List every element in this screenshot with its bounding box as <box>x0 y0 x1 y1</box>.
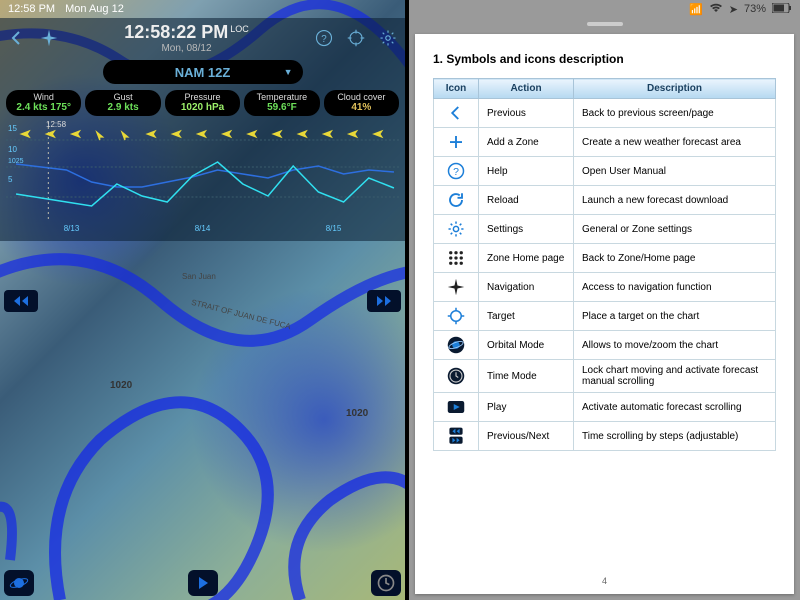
graph-now-label: 12:58 <box>46 120 66 129</box>
graph-y-ticks: 15 10 1025 5 <box>8 122 24 184</box>
play-button[interactable] <box>188 570 218 596</box>
nav-compass-button[interactable] <box>38 27 60 49</box>
wifi-icon <box>709 3 723 16</box>
step-forward-button[interactable] <box>367 290 401 312</box>
metric-wind[interactable]: Wind2.4 kts 175° <box>6 90 81 116</box>
clock-date: Mon, 08/12 <box>60 43 313 54</box>
row-desc: Place a target on the chart <box>574 302 776 331</box>
graph-x-axis: 8/13 8/14 8/15 <box>6 224 399 233</box>
table-row: Time ModeLock chart moving and activate … <box>434 360 776 393</box>
prev-next-icon <box>434 422 479 451</box>
page-number: 4 <box>415 576 794 586</box>
dropdown-triangle-icon: ▼ <box>284 67 293 77</box>
location-icon: ➤ <box>729 3 738 16</box>
play-icon <box>434 393 479 422</box>
time-icon <box>434 360 479 393</box>
svg-text:?: ? <box>321 34 327 45</box>
table-row: PreviousBack to previous screen/page <box>434 99 776 128</box>
compass-star-icon <box>434 273 479 302</box>
col-icon: Icon <box>434 79 479 99</box>
time-mode-button[interactable] <box>371 570 401 596</box>
metric-cloud[interactable]: Cloud cover41% <box>324 90 399 116</box>
row-desc: Create a new weather forecast area <box>574 128 776 157</box>
plus-icon <box>434 128 479 157</box>
col-action: Action <box>479 79 574 99</box>
target-button[interactable] <box>345 27 367 49</box>
model-label: NAM 12Z <box>175 65 231 80</box>
section-heading: 1. Symbols and icons description <box>433 52 776 66</box>
row-action: Add a Zone <box>479 128 574 157</box>
row-desc: Launch a new forecast download <box>574 186 776 215</box>
help-circle-icon: ? <box>434 157 479 186</box>
row-desc: Activate automatic forecast scrolling <box>574 393 776 422</box>
battery-text: 73% <box>744 3 766 15</box>
row-action: Reload <box>479 186 574 215</box>
row-desc: Allows to move/zoom the chart <box>574 331 776 360</box>
status-time: 12:58 PM <box>8 3 55 15</box>
clock-display: 12:58:22 PMLOC Mon, 08/12 <box>60 22 313 54</box>
row-action: Settings <box>479 215 574 244</box>
svg-text:?: ? <box>453 166 459 178</box>
table-row: NavigationAccess to navigation function <box>434 273 776 302</box>
orbital-icon <box>434 331 479 360</box>
row-action: Orbital Mode <box>479 331 574 360</box>
status-date: Mon Aug 12 <box>65 3 124 15</box>
pressure-label-1: 1020 <box>346 408 368 419</box>
orbital-mode-button[interactable] <box>4 570 34 596</box>
row-desc: Open User Manual <box>574 157 776 186</box>
row-action: Target <box>479 302 574 331</box>
clock-tz: LOC <box>230 24 249 34</box>
gear-icon <box>434 215 479 244</box>
document-page[interactable]: 1. Symbols and icons description Icon Ac… <box>415 34 794 594</box>
row-desc: Lock chart moving and activate forecast … <box>574 360 776 393</box>
table-row: SettingsGeneral or Zone settings <box>434 215 776 244</box>
row-action: Help <box>479 157 574 186</box>
clock-time: 12:58:22 PM <box>124 22 228 42</box>
table-row: Add a ZoneCreate a new weather forecast … <box>434 128 776 157</box>
row-action: Play <box>479 393 574 422</box>
split-view-handle[interactable] <box>405 0 409 600</box>
help-button[interactable]: ? <box>313 27 335 49</box>
row-action: Time Mode <box>479 360 574 393</box>
back-button[interactable] <box>6 27 28 49</box>
col-desc: Description <box>574 79 776 99</box>
document-viewer-app: 1. Symbols and icons description Icon Ac… <box>409 0 800 600</box>
row-action: Previous <box>479 99 574 128</box>
row-action: Previous/Next <box>479 422 574 451</box>
pressure-label-0: 1020 <box>110 380 132 391</box>
sheet-grab-handle[interactable] <box>587 22 623 26</box>
table-row: Previous/NextTime scrolling by steps (ad… <box>434 422 776 451</box>
battery-icon <box>772 3 792 16</box>
ios-status-bar: 12:58 PM Mon Aug 12 📶 ➤ 73% <box>0 0 800 18</box>
row-action: Navigation <box>479 273 574 302</box>
table-row: ReloadLaunch a new forecast download <box>434 186 776 215</box>
reload-icon <box>434 186 479 215</box>
row-desc: General or Zone settings <box>574 215 776 244</box>
row-desc: Back to previous screen/page <box>574 99 776 128</box>
table-row: PlayActivate automatic forecast scrollin… <box>434 393 776 422</box>
metrics-row: Wind2.4 kts 175° Gust2.9 kts Pressure102… <box>6 90 399 116</box>
table-row: ? HelpOpen User Manual <box>434 157 776 186</box>
metric-pressure[interactable]: Pressure1020 hPa <box>165 90 240 116</box>
row-desc: Time scrolling by steps (adjustable) <box>574 422 776 451</box>
target-icon <box>434 302 479 331</box>
signal-icon: 📶 <box>689 3 703 16</box>
grid-dots-icon <box>434 244 479 273</box>
row-desc: Back to Zone/Home page <box>574 244 776 273</box>
forecast-graph[interactable]: 15 10 1025 5 12:58 <box>6 122 399 222</box>
metric-temperature[interactable]: Temperature59.6°F <box>244 90 319 116</box>
symbols-table: Icon Action Description PreviousBack to … <box>433 78 776 451</box>
forecast-top-panel: 12:58:22 PMLOC Mon, 08/12 ? NAM 12Z <box>0 18 405 241</box>
row-action: Zone Home page <box>479 244 574 273</box>
settings-button[interactable] <box>377 27 399 49</box>
model-selector[interactable]: NAM 12Z ▼ <box>103 60 303 84</box>
table-row: Zone Home pageBack to Zone/Home page <box>434 244 776 273</box>
table-row: TargetPlace a target on the chart <box>434 302 776 331</box>
table-row: Orbital ModeAllows to move/zoom the char… <box>434 331 776 360</box>
chevron-left-icon <box>434 99 479 128</box>
row-desc: Access to navigation function <box>574 273 776 302</box>
weather-chart-app: STRAIT OF JUAN DE FUCA San Juan 1020 102… <box>0 0 405 600</box>
step-back-button[interactable] <box>4 290 38 312</box>
metric-gust[interactable]: Gust2.9 kts <box>85 90 160 116</box>
